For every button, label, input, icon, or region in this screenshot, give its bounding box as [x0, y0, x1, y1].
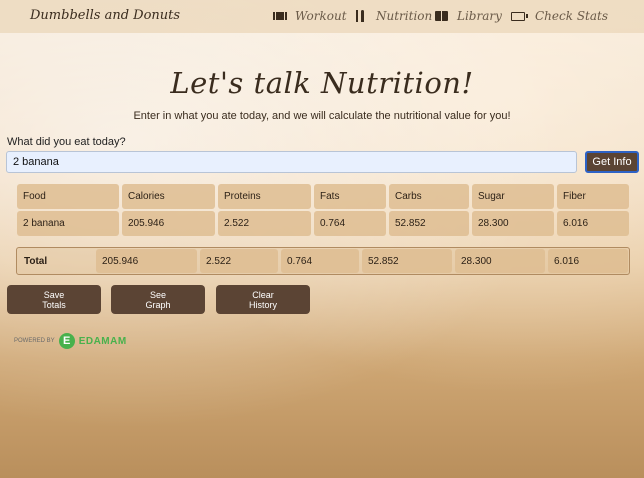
page-subtitle: Enter in what you ate today, and we will…	[133, 110, 511, 122]
header-sugar: Sugar	[472, 184, 554, 209]
edamam-badge[interactable]: POWERED BY E EDAMAM	[14, 333, 127, 349]
nav-item-label: Nutrition	[376, 9, 433, 23]
edamam-logo-icon: E	[58, 333, 75, 349]
totals-label: Total	[24, 255, 48, 267]
row-sugar: 28.300	[472, 211, 554, 236]
totals-sugar: 28.300	[455, 249, 545, 273]
food-input[interactable]	[6, 151, 577, 173]
navbar: Dumbbells and Donuts Workout Nutrition L…	[0, 0, 644, 33]
edamam-name: EDAMAM	[78, 335, 127, 347]
header-proteins: Proteins	[218, 184, 311, 209]
header-fats: Fats	[314, 184, 386, 209]
utensils-icon	[354, 10, 368, 22]
row-fiber: 6.016	[557, 211, 629, 236]
dumbbell-icon	[273, 11, 287, 21]
totals-fiber: 6.016	[548, 249, 628, 273]
row-food: 2 banana	[17, 211, 119, 236]
nav-item-workout[interactable]: Workout	[273, 9, 347, 23]
header-carbs: Carbs	[389, 184, 469, 209]
header-calories: Calories	[122, 184, 215, 209]
row-calories: 205.946	[122, 211, 215, 236]
row-fats: 0.764	[314, 211, 386, 236]
totals-proteins: 2.522	[200, 249, 278, 273]
row-carbs: 52.852	[389, 211, 469, 236]
book-icon	[435, 10, 449, 22]
nav-item-check-stats[interactable]: Check Stats	[511, 9, 608, 23]
totals-carbs: 52.852	[362, 249, 452, 273]
nav-item-library[interactable]: Library	[435, 9, 502, 23]
brand-logo-text[interactable]: Dumbbells and Donuts	[30, 8, 180, 23]
totals-fats: 0.764	[281, 249, 359, 273]
page-title: Let's talk Nutrition!	[170, 66, 474, 100]
see-graph-button[interactable]: See Graph	[111, 285, 205, 314]
header-fiber: Fiber	[557, 184, 629, 209]
battery-icon	[511, 10, 528, 22]
header-food: Food	[17, 184, 119, 209]
totals-calories: 205.946	[96, 249, 197, 273]
get-info-button[interactable]: Get Info	[585, 151, 639, 173]
nav-item-nutrition[interactable]: Nutrition	[354, 9, 432, 23]
clear-history-button[interactable]: Clear History	[216, 285, 310, 314]
row-proteins: 2.522	[218, 211, 311, 236]
nav-item-label: Library	[457, 9, 502, 23]
nav-item-label: Workout	[295, 9, 347, 23]
save-totals-button[interactable]: Save Totals	[7, 285, 101, 314]
powered-by-label: POWERED BY	[14, 338, 55, 344]
food-question-label: What did you eat today?	[7, 136, 126, 148]
nav-item-label: Check Stats	[535, 9, 608, 23]
